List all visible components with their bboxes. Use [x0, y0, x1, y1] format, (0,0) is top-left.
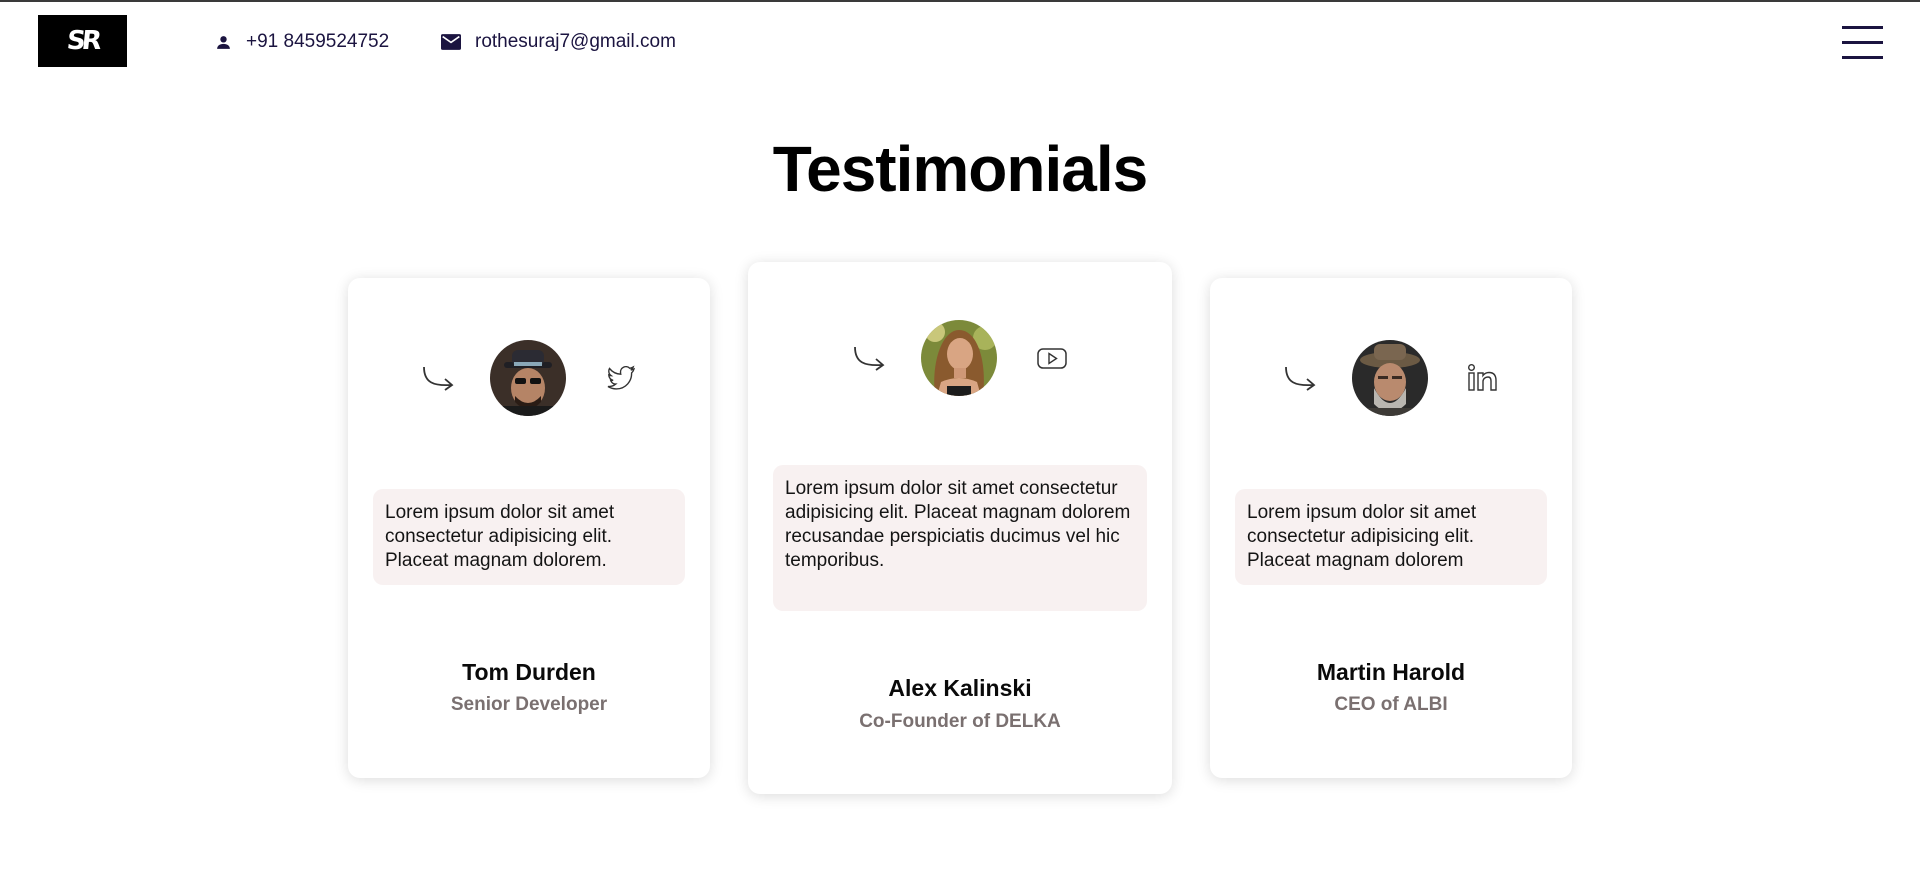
person-name: Alex Kalinski: [888, 675, 1032, 701]
testimonial-card: Lorem ipsum dolor sit amet consectetur a…: [1210, 278, 1572, 778]
person-role: Co-Founder of DELKA: [859, 711, 1061, 732]
person-name: Tom Durden: [462, 659, 596, 685]
curved-arrow-icon: [1285, 366, 1316, 391]
person-name: Martin Harold: [1316, 659, 1466, 685]
curved-arrow-icon: [423, 366, 454, 391]
logo-text: SR: [65, 26, 100, 56]
hamburger-menu-icon[interactable]: [1842, 26, 1883, 59]
page-title: Testimonials: [772, 133, 1148, 205]
avatar: [1352, 340, 1428, 416]
testimonial-quote: Lorem ipsum dolor sit amet consectetur a…: [1235, 489, 1547, 585]
avatar: [490, 340, 566, 416]
person-icon: [217, 35, 230, 49]
testimonial-quote: Lorem ipsum dolor sit amet consectetur a…: [773, 465, 1147, 611]
phone-number: +91 8459524752: [246, 31, 390, 52]
mail-icon: [441, 34, 461, 50]
email-address: rothesuraj7@gmail.com: [475, 31, 676, 52]
youtube-icon[interactable]: [1035, 341, 1069, 375]
testimonial-quote: Lorem ipsum dolor sit amet consectetur a…: [373, 489, 685, 585]
card-icon-row: [348, 340, 710, 416]
card-icon-row: [1210, 340, 1572, 416]
logo[interactable]: SR: [38, 15, 127, 67]
avatar: [921, 320, 997, 396]
linkedin-icon[interactable]: [1466, 361, 1500, 395]
email-contact[interactable]: rothesuraj7@gmail.com: [441, 31, 676, 53]
top-border: [0, 0, 1920, 2]
person-role: Senior Developer: [450, 694, 608, 715]
twitter-icon[interactable]: [604, 361, 638, 395]
phone-contact[interactable]: +91 8459524752: [215, 31, 389, 53]
curved-arrow-icon: [854, 346, 885, 371]
testimonial-card: Lorem ipsum dolor sit amet consectetur a…: [348, 278, 710, 778]
person-role: CEO of ALBI: [1334, 694, 1448, 715]
testimonial-card: Lorem ipsum dolor sit amet consectetur a…: [748, 262, 1172, 794]
card-icon-row: [748, 320, 1172, 396]
